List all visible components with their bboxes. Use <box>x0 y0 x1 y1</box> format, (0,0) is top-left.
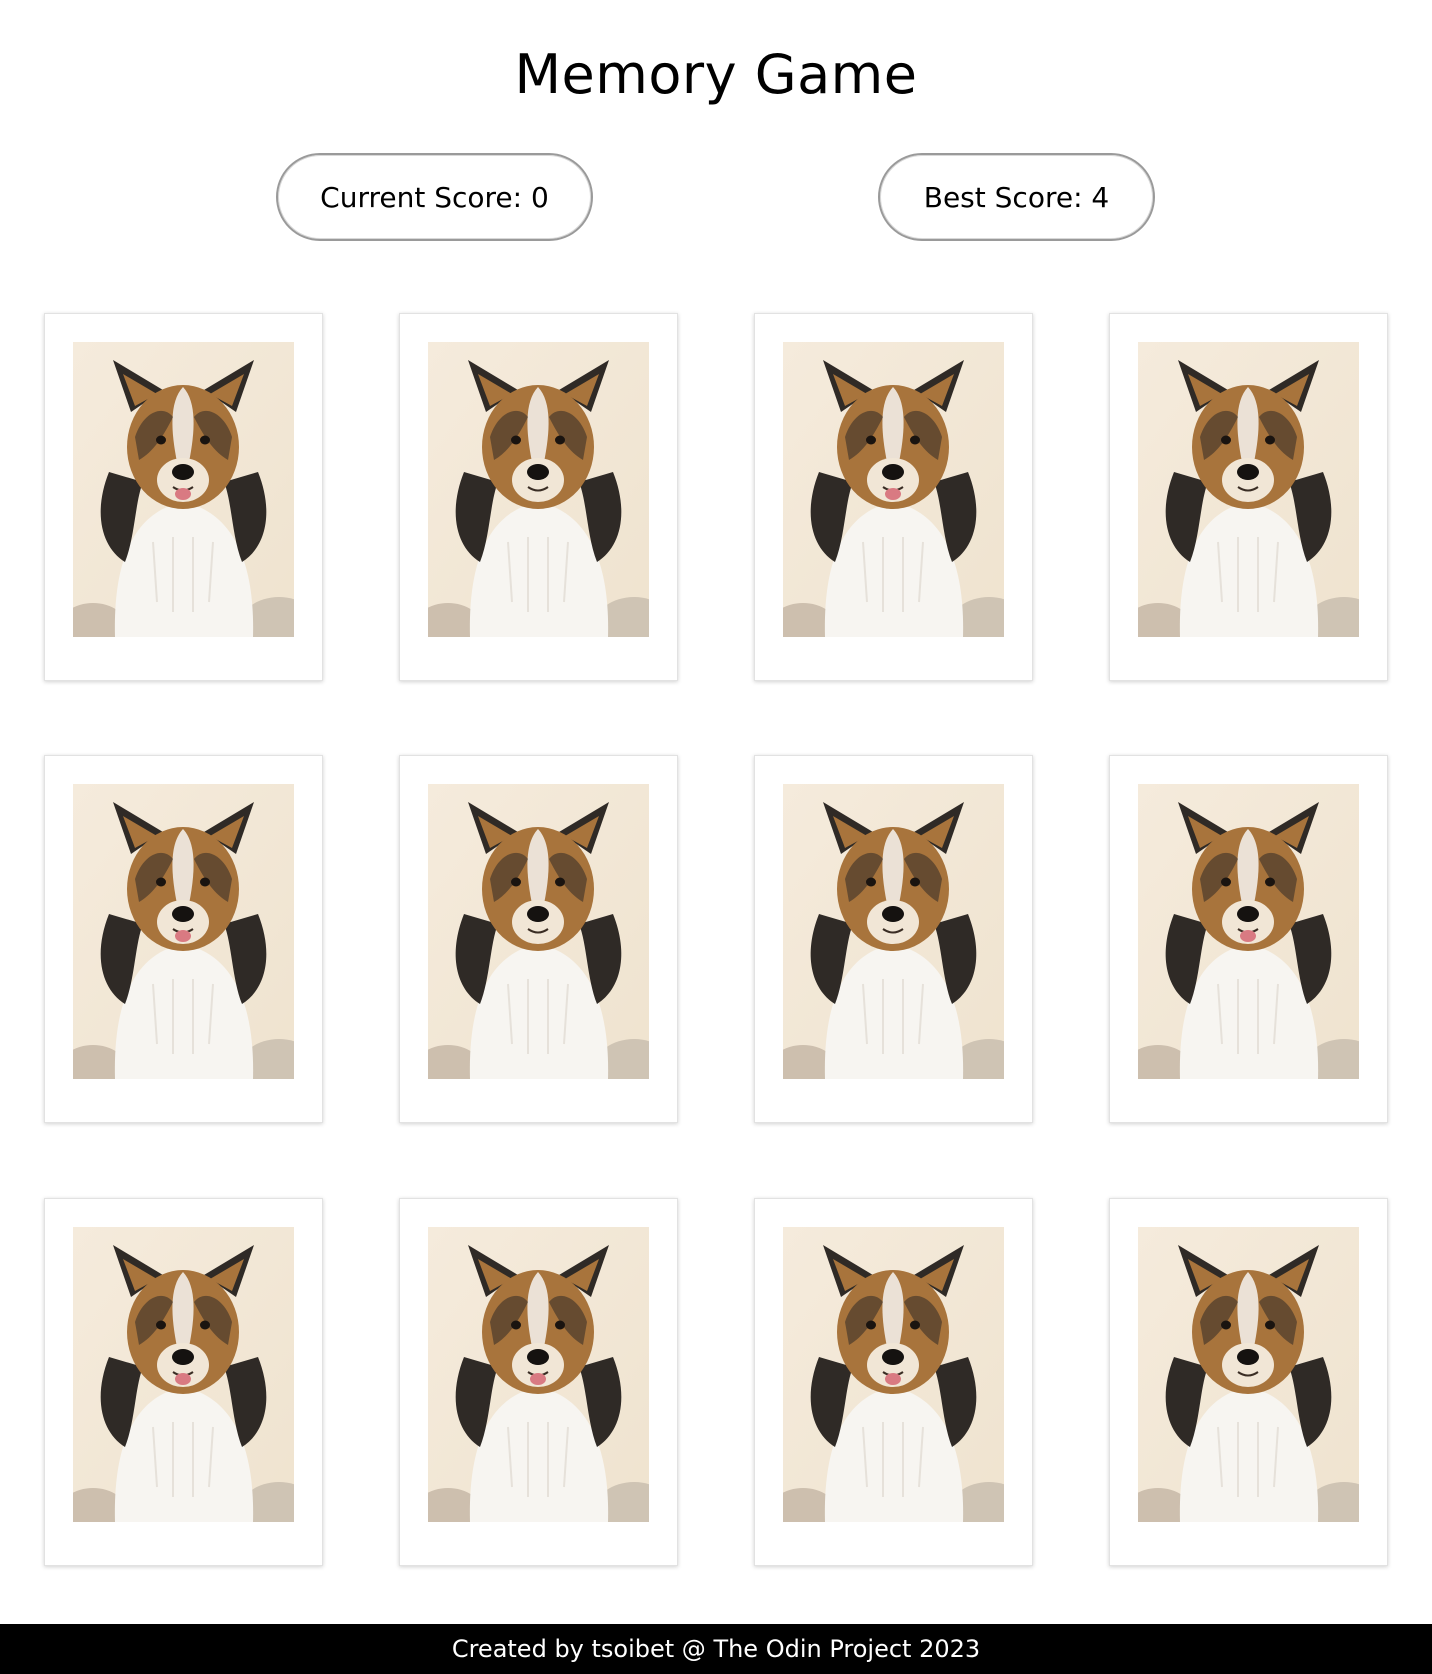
current-score-badge: Current Score: 0 <box>276 153 593 241</box>
footer: Created by tsoibet @ The Odin Project 20… <box>0 1624 1432 1674</box>
memory-card[interactable] <box>44 313 323 681</box>
dog-photo <box>1138 342 1359 637</box>
memory-card[interactable] <box>1109 313 1388 681</box>
dog-photo <box>1138 784 1359 1079</box>
dog-photo <box>73 784 294 1079</box>
dog-photo <box>428 1227 649 1522</box>
memory-card[interactable] <box>399 1198 678 1566</box>
memory-card[interactable] <box>44 1198 323 1566</box>
memory-card[interactable] <box>1109 755 1388 1123</box>
memory-card[interactable] <box>754 313 1033 681</box>
dog-photo <box>428 784 649 1079</box>
memory-card[interactable] <box>399 755 678 1123</box>
dog-photo <box>783 784 1004 1079</box>
dog-photo <box>73 342 294 637</box>
best-score-badge: Best Score: 4 <box>878 153 1155 241</box>
memory-card[interactable] <box>1109 1198 1388 1566</box>
memory-card[interactable] <box>44 755 323 1123</box>
footer-credit: Created by tsoibet @ The Odin Project 20… <box>451 1635 981 1663</box>
page-title: Memory Game <box>514 43 918 106</box>
dog-photo <box>1138 1227 1359 1522</box>
memory-card[interactable] <box>754 1198 1033 1566</box>
dog-photo <box>783 1227 1004 1522</box>
memory-game-page: Memory Game Current Score: 0 Best Score:… <box>0 0 1432 1674</box>
dog-photo <box>428 342 649 637</box>
dog-photo <box>783 342 1004 637</box>
dog-photo <box>73 1227 294 1522</box>
memory-card[interactable] <box>754 755 1033 1123</box>
memory-card[interactable] <box>399 313 678 681</box>
